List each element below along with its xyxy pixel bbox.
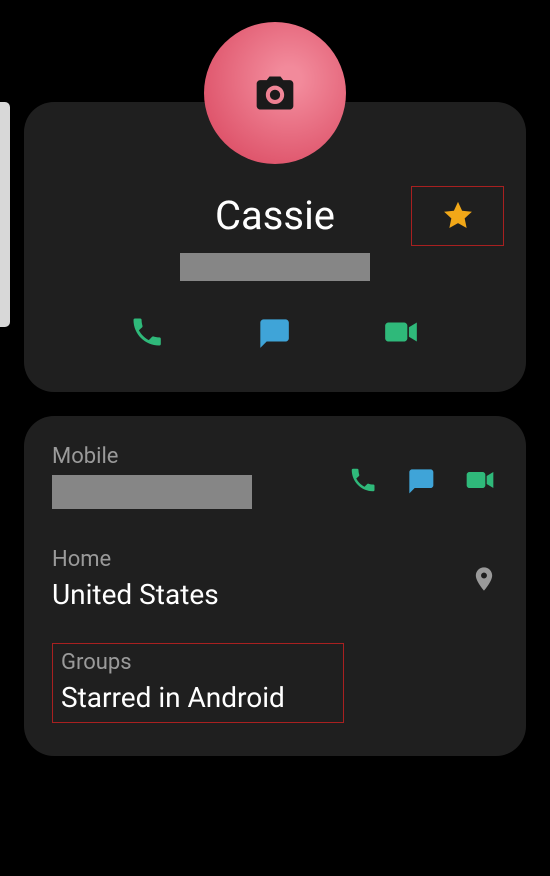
phone-icon[interactable]	[129, 314, 165, 350]
contact-details-card: Mobile Home United States	[24, 416, 526, 756]
groups-label: Groups	[61, 650, 335, 675]
scroll-handle[interactable]	[0, 102, 10, 327]
message-icon[interactable]	[404, 464, 436, 496]
action-row	[24, 313, 526, 351]
mobile-actions	[348, 464, 498, 496]
home-value: United States	[52, 578, 219, 611]
home-field: Home United States	[52, 547, 498, 611]
location-pin-icon[interactable]	[470, 563, 498, 595]
camera-icon	[253, 71, 297, 115]
video-icon[interactable]	[462, 464, 498, 496]
avatar[interactable]	[204, 22, 346, 164]
phone-icon[interactable]	[348, 465, 378, 495]
home-label: Home	[52, 547, 219, 572]
groups-value[interactable]: Starred in Android	[61, 681, 335, 714]
mobile-field: Mobile	[52, 444, 498, 509]
star-icon[interactable]	[441, 199, 475, 233]
mobile-label: Mobile	[52, 444, 348, 469]
video-icon[interactable]	[381, 313, 421, 351]
favorite-highlight-box	[411, 186, 504, 246]
message-icon[interactable]	[254, 313, 292, 351]
redacted-phone	[52, 475, 252, 509]
contact-header-card: Cassie	[24, 102, 526, 392]
redacted-info	[180, 253, 370, 281]
groups-highlight-box: Groups Starred in Android	[52, 643, 344, 723]
